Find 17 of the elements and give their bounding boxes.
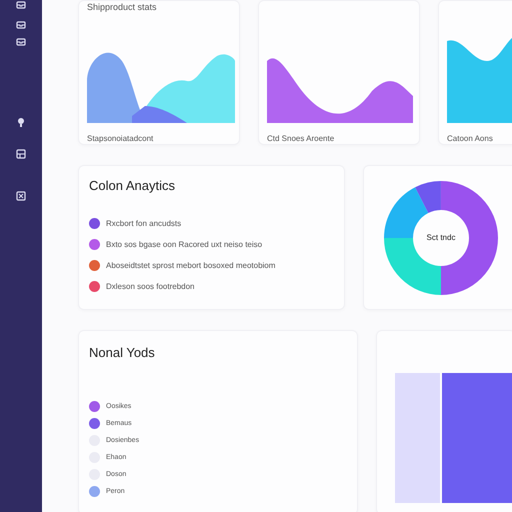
box-icon[interactable]: [16, 191, 26, 201]
card-title: Colon Anaytics: [89, 178, 176, 193]
item-text: Rxcbort fon ancudsts: [106, 219, 182, 228]
chart-caption: Catoon Aons: [447, 134, 494, 143]
tray-icon[interactable]: [16, 20, 26, 30]
panel-icon[interactable]: [16, 149, 26, 159]
card-title: Nonal Yods: [89, 345, 156, 360]
chart-caption: Stapsonoiatadcont: [87, 134, 154, 143]
card-heading: Shipproduct stats: [87, 2, 157, 12]
tray-icon[interactable]: [16, 37, 26, 47]
item-text: Aboseidtstet sprost mebort bosoxed meotobiom: [106, 261, 276, 270]
donut-center-label: Sct tndc: [426, 233, 456, 242]
tray-icon[interactable]: [16, 0, 26, 10]
bulb-icon[interactable]: [16, 117, 26, 127]
item-text: Bxto sos bgase oon Racored uxt neiso teiso: [106, 240, 262, 249]
item-text: Dxleson soos footrebdon: [106, 282, 194, 291]
chart-caption: Ctd Snoes Aroente: [267, 134, 336, 143]
